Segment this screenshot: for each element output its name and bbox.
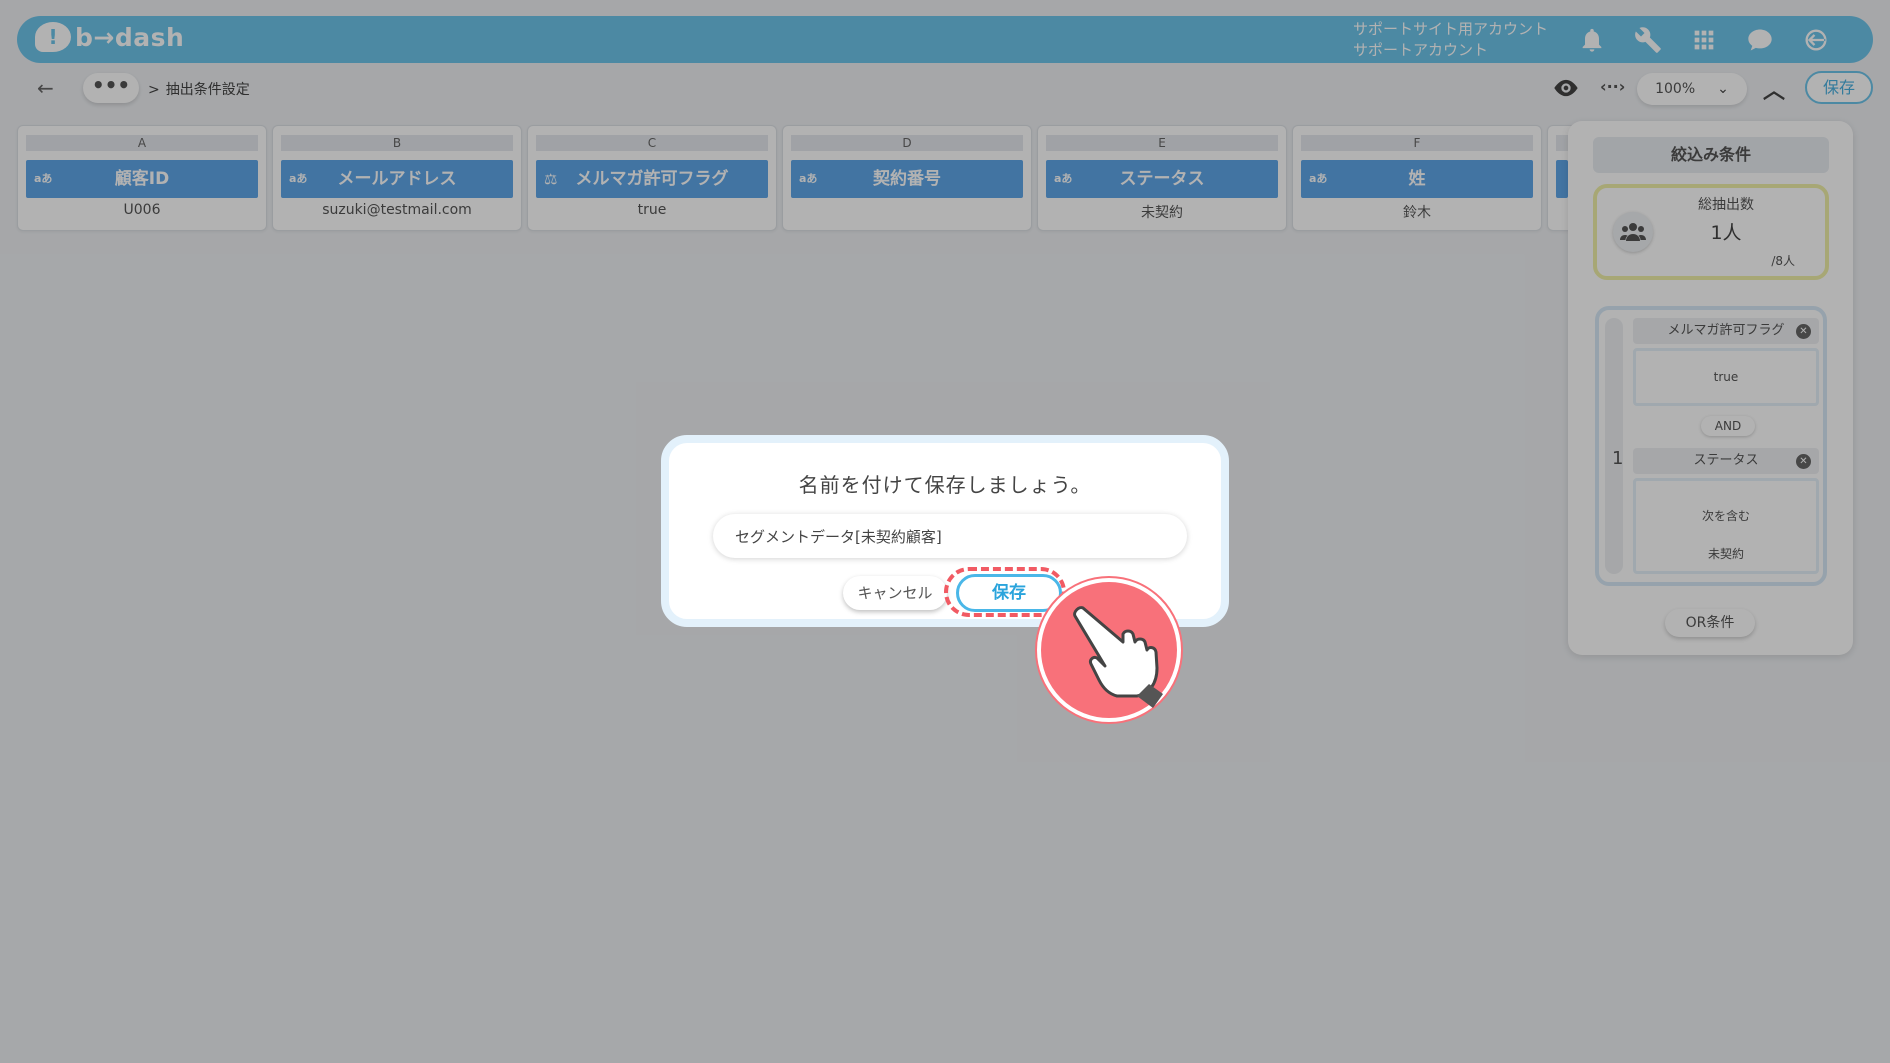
dialog-title: 名前を付けて保存しましょう。 [798, 473, 1092, 497]
pointing-hand-icon [1037, 578, 1181, 722]
cancel-button[interactable]: キャンセル [843, 576, 947, 610]
segment-name-input[interactable] [713, 514, 1187, 558]
save-button[interactable]: 保存 [956, 574, 1062, 612]
